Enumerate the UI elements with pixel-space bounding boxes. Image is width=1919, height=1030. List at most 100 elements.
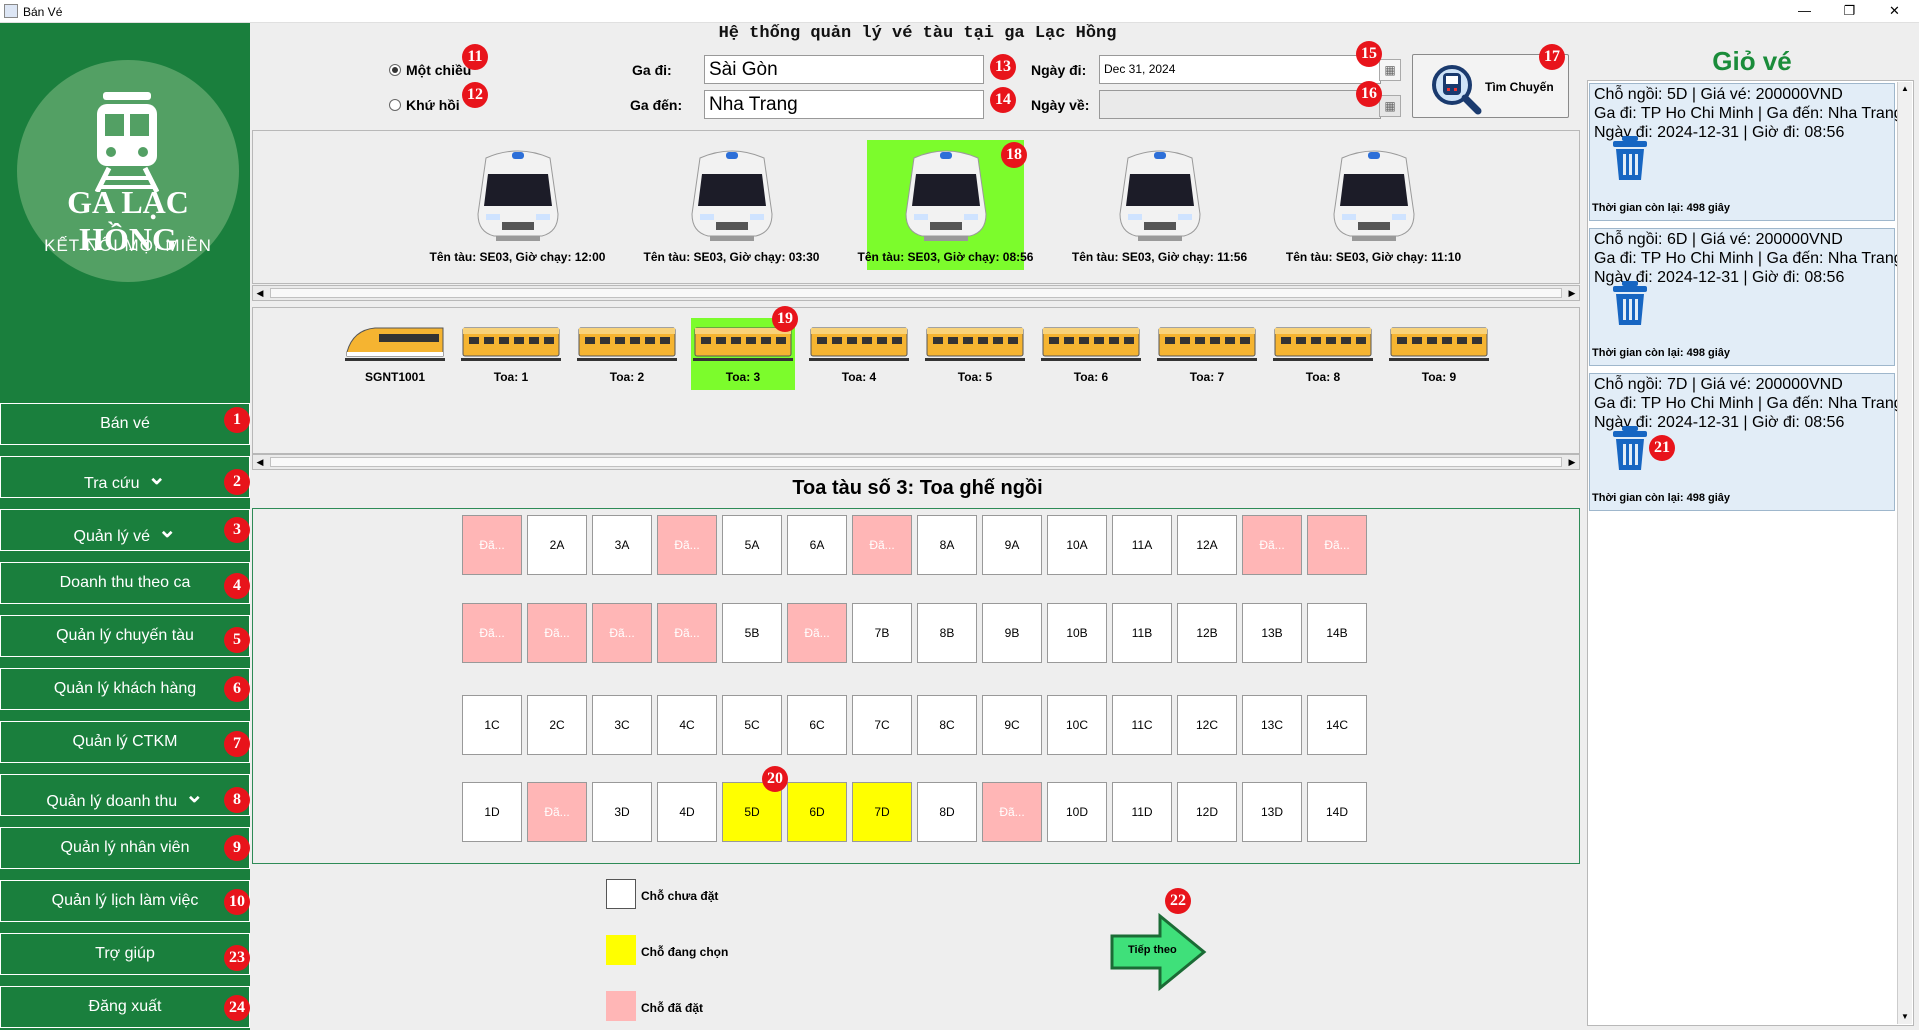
trash-icon[interactable] [1610,279,1650,327]
train-option[interactable]: Tên tàu: SE03, Giờ chạy: 08:56 [858,140,1033,270]
next-button[interactable]: Tiếp theo [1108,912,1208,992]
return-calendar-icon[interactable]: ▦ [1379,95,1401,117]
nav-promotion-management-button[interactable]: Quản lý CTKM [0,721,250,763]
close-button[interactable]: ✕ [1872,0,1917,23]
seat-7a[interactable]: Đã... [852,515,912,575]
seat-7c[interactable]: 7C [852,695,912,755]
scroll-right-icon[interactable]: ▶ [1565,286,1579,300]
seat-12c[interactable]: 12C [1177,695,1237,755]
nav-help-button[interactable]: Trợ giúp [0,933,250,975]
train-option[interactable]: Tên tàu: SE03, Giờ chạy: 11:10 [1286,140,1461,270]
nav-customer-management-button[interactable]: Quản lý khách hàng [0,668,250,710]
seat-8a[interactable]: 8A [917,515,977,575]
seat-13c[interactable]: 13C [1242,695,1302,755]
seat-14c[interactable]: 14C [1307,695,1367,755]
seat-11a[interactable]: 11A [1112,515,1172,575]
depart-date-field[interactable]: Dec 31, 2024 [1099,55,1381,84]
scroll-right-icon[interactable]: ▶ [1565,455,1579,469]
seat-6b[interactable]: Đã... [787,603,847,663]
seat-9c[interactable]: 9C [982,695,1042,755]
seat-12a[interactable]: 12A [1177,515,1237,575]
nav-shift-revenue-button[interactable]: Doanh thu theo ca [0,562,250,604]
seat-8c[interactable]: 8C [917,695,977,755]
car-option[interactable]: Toa: 9 [1387,318,1491,390]
from-station-field[interactable]: Sài Gòn [704,55,984,84]
nav-ticket-management-button[interactable]: Quản lý vé ⌄ [0,509,250,551]
seat-14b[interactable]: 14B [1307,603,1367,663]
seat-1d[interactable]: 1D [462,782,522,842]
round-trip-radio[interactable]: Khứ hồi [389,97,460,113]
nav-staff-management-button[interactable]: Quản lý nhân viên [0,827,250,869]
scroll-down-icon[interactable]: ▼ [1898,1010,1912,1024]
seat-9a[interactable]: 9A [982,515,1042,575]
car-option[interactable]: Toa: 2 [575,318,679,390]
seat-10d[interactable]: 10D [1047,782,1107,842]
seat-14d[interactable]: 14D [1307,782,1367,842]
locomotive-option[interactable]: SGNT1001 [343,318,447,390]
seat-5c[interactable]: 5C [722,695,782,755]
seat-11d[interactable]: 11D [1112,782,1172,842]
seat-4c[interactable]: 4C [657,695,717,755]
seat-9b[interactable]: 9B [982,603,1042,663]
scroll-left-icon[interactable]: ◀ [253,286,267,300]
seat-3a[interactable]: 3A [592,515,652,575]
car-list-scrollbar[interactable]: ◀ ▶ [252,454,1580,470]
seat-13a[interactable]: Đã... [1242,515,1302,575]
seat-4b[interactable]: Đã... [657,603,717,663]
car-option[interactable]: Toa: 5 [923,318,1027,390]
seat-9d[interactable]: Đã... [982,782,1042,842]
cart-scrollbar[interactable]: ▲ ▼ [1897,82,1912,1024]
return-date-field[interactable] [1099,90,1381,119]
seat-3d[interactable]: 3D [592,782,652,842]
nav-lookup-button[interactable]: Tra cứu ⌄ [0,456,250,498]
seat-6a[interactable]: 6A [787,515,847,575]
trash-icon[interactable] [1610,134,1650,182]
seat-1c[interactable]: 1C [462,695,522,755]
scroll-thumb[interactable] [270,457,1562,467]
scroll-thumb[interactable] [270,288,1562,298]
seat-8b[interactable]: 8B [917,603,977,663]
seat-6d[interactable]: 6D [787,782,847,842]
scroll-left-icon[interactable]: ◀ [253,455,267,469]
seat-2d[interactable]: Đã... [527,782,587,842]
car-option[interactable]: Toa: 8 [1271,318,1375,390]
seat-4d[interactable]: 4D [657,782,717,842]
seat-10a[interactable]: 10A [1047,515,1107,575]
depart-calendar-icon[interactable]: ▦ [1379,59,1401,81]
seat-10b[interactable]: 10B [1047,603,1107,663]
car-option[interactable]: Toa: 1 [459,318,563,390]
nav-train-management-button[interactable]: Quản lý chuyến tàu [0,615,250,657]
scroll-up-icon[interactable]: ▲ [1898,82,1912,96]
seat-2a[interactable]: 2A [527,515,587,575]
seat-5b[interactable]: 5B [722,603,782,663]
seat-3b[interactable]: Đã... [592,603,652,663]
nav-revenue-management-button[interactable]: Quản lý doanh thu ⌄ [0,774,250,816]
trash-icon[interactable] [1610,424,1650,472]
car-option[interactable]: Toa: 4 [807,318,911,390]
seat-6c[interactable]: 6C [787,695,847,755]
seat-8d[interactable]: 8D [917,782,977,842]
train-list-scrollbar[interactable]: ◀ ▶ [252,285,1580,301]
seat-10c[interactable]: 10C [1047,695,1107,755]
seat-12b[interactable]: 12B [1177,603,1237,663]
car-option[interactable]: Toa: 6 [1039,318,1143,390]
seat-14a[interactable]: Đã... [1307,515,1367,575]
maximize-button[interactable]: ❐ [1827,0,1872,23]
seat-4a[interactable]: Đã... [657,515,717,575]
nav-logout-button[interactable]: Đăng xuất [0,986,250,1028]
train-option[interactable]: Tên tàu: SE03, Giờ chạy: 12:00 [430,140,605,270]
seat-1b[interactable]: Đã... [462,603,522,663]
seat-11b[interactable]: 11B [1112,603,1172,663]
seat-5a[interactable]: 5A [722,515,782,575]
seat-2c[interactable]: 2C [527,695,587,755]
seat-1a[interactable]: Đã... [462,515,522,575]
car-option[interactable]: Toa: 7 [1155,318,1259,390]
minimize-button[interactable]: — [1782,0,1827,23]
train-option[interactable]: Tên tàu: SE03, Giờ chạy: 11:56 [1072,140,1247,270]
train-option[interactable]: Tên tàu: SE03, Giờ chạy: 03:30 [644,140,819,270]
seat-7b[interactable]: 7B [852,603,912,663]
nav-schedule-management-button[interactable]: Quản lý lịch làm việc [0,880,250,922]
seat-11c[interactable]: 11C [1112,695,1172,755]
seat-2b[interactable]: Đã... [527,603,587,663]
seat-7d[interactable]: 7D [852,782,912,842]
